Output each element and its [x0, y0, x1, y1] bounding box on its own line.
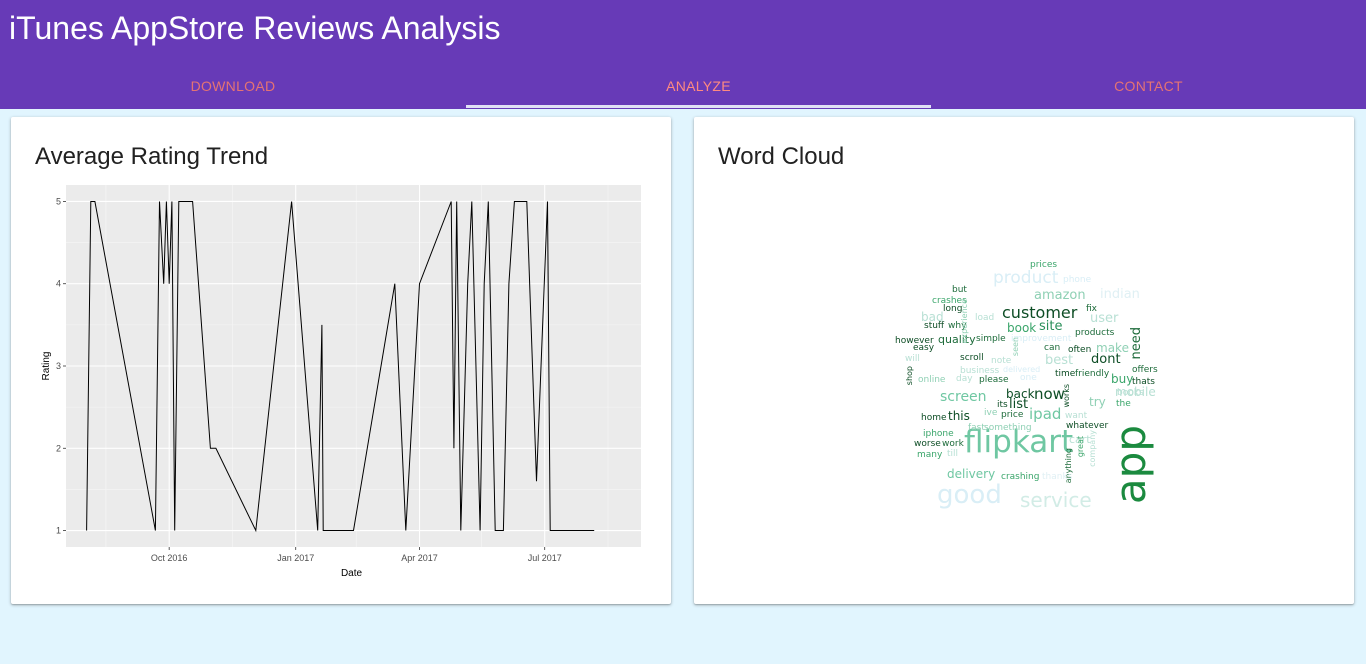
word-cloud-word: screen	[940, 389, 987, 405]
word-cloud-word: easy	[913, 343, 935, 353]
rating-trend-chart: 1 2 3 4 5 Oct 2016 Jan 2017 Apr 2017 Jul 2017 Dat…	[41, 185, 641, 579]
word-cloud-word: time	[1055, 369, 1076, 379]
word-cloud-word: try	[1089, 395, 1106, 409]
y-tick-label: 5	[56, 196, 61, 206]
word-cloud-word: iphone	[923, 429, 954, 439]
word-cloud-word: great	[1076, 436, 1085, 458]
word-cloud-word: product	[993, 268, 1059, 288]
word-cloud-word: till	[947, 449, 959, 459]
word-cloud-word: ive	[984, 408, 998, 418]
word-cloud-word: want	[1065, 411, 1088, 421]
word-cloud-word: often	[1068, 345, 1092, 355]
word-cloud-word: worse	[914, 439, 941, 449]
y-tick-label: 4	[56, 279, 61, 289]
word-cloud-word: good	[937, 480, 1002, 510]
tab-bar: DOWNLOAD ANALYZE CONTACT	[0, 62, 1366, 109]
y-axis-label: Rating	[41, 352, 52, 381]
word-cloud-word: prices	[1030, 260, 1058, 270]
word-cloud-word: can	[1044, 343, 1061, 353]
word-cloud-word: please	[979, 375, 1009, 385]
word-cloud-word: crashing	[1001, 472, 1040, 482]
word-cloud-word: dont	[1091, 352, 1121, 367]
app-title: iTunes AppStore Reviews Analysis	[9, 10, 501, 46]
word-cloud-word: indian	[1100, 287, 1140, 302]
word-cloud-word: shop	[905, 366, 914, 386]
word-cloud-word: this	[948, 409, 970, 423]
word-cloud-word: the	[1116, 399, 1131, 409]
word-cloud-word: load	[975, 313, 995, 323]
word-cloud-word: online	[918, 375, 946, 385]
word-cloud-word: ipad	[1029, 405, 1062, 423]
word-cloud-word: simple	[976, 334, 1006, 344]
y-tick-label: 1	[56, 526, 61, 536]
active-tab-indicator	[466, 105, 931, 108]
word-cloud-word: seen	[1011, 337, 1020, 357]
tab-download[interactable]: DOWNLOAD	[0, 62, 466, 109]
x-tick-label: Oct 2016	[151, 553, 188, 563]
word-cloud-word: thanks	[1042, 472, 1073, 482]
word-cloud-word: home	[921, 413, 947, 423]
x-tick-label: Apr 2017	[401, 553, 438, 563]
x-axis-label: Date	[341, 568, 363, 579]
word-cloud-word: need	[1129, 327, 1144, 360]
word-cloud-word: site	[1039, 319, 1063, 334]
word-cloud-word: thats	[1132, 377, 1155, 387]
word-cloud: app flipkart good service customer product ama…	[694, 117, 1354, 604]
y-tick-label: 2	[56, 443, 61, 453]
word-cloud-word: stuff	[924, 321, 945, 331]
word-cloud-word: app	[1106, 425, 1155, 505]
word-cloud-word: improvement	[1011, 334, 1072, 344]
word-cloud-word: delivery	[947, 467, 996, 481]
word-cloud-word: books	[1117, 388, 1144, 398]
tab-analyze[interactable]: ANALYZE	[466, 62, 931, 109]
y-tick-label: 3	[56, 361, 61, 371]
tab-contact[interactable]: CONTACT	[931, 62, 1366, 109]
word-cloud-word: will	[905, 354, 920, 364]
word-cloud-word: one	[1020, 373, 1037, 383]
word-cloud-word: service	[1020, 488, 1092, 512]
word-cloud-word: scroll	[960, 353, 984, 363]
word-cloud-card: Word Cloud app flipkart good service custome…	[694, 117, 1354, 604]
x-tick-label: Jan 2017	[277, 553, 314, 563]
word-cloud-word: phone	[1063, 275, 1092, 285]
word-cloud-word: but	[952, 285, 967, 295]
word-cloud-word: now	[1034, 385, 1065, 403]
word-cloud-word: friendly	[1075, 369, 1110, 379]
word-cloud-word: amazon	[1034, 288, 1086, 303]
word-cloud-word: something	[984, 423, 1032, 433]
word-cloud-word: its	[997, 400, 1008, 410]
word-cloud-word: company	[1088, 430, 1097, 467]
word-cloud-word: offers	[1132, 365, 1158, 375]
word-cloud-word: experience	[960, 299, 969, 344]
word-cloud-word: work	[942, 439, 964, 449]
rating-trend-card: Average Rating Trend 1 2 3 4 5 Oct 2016 Jan 20…	[11, 117, 671, 604]
word-cloud-word: products	[1075, 328, 1115, 338]
word-cloud-word: book	[1007, 321, 1037, 335]
word-cloud-word: fast	[968, 423, 985, 433]
word-cloud-word: works	[1062, 384, 1071, 408]
word-cloud-word: many	[917, 450, 943, 460]
word-cloud-word: price	[1001, 410, 1024, 420]
word-cloud-word: best	[1045, 353, 1074, 368]
word-cloud-word: buy	[1111, 372, 1134, 386]
word-cloud-word: quality	[938, 333, 976, 346]
word-cloud-word: day	[956, 374, 973, 384]
word-cloud-word: fix	[1086, 304, 1097, 314]
x-tick-label: Jul 2017	[528, 553, 562, 563]
